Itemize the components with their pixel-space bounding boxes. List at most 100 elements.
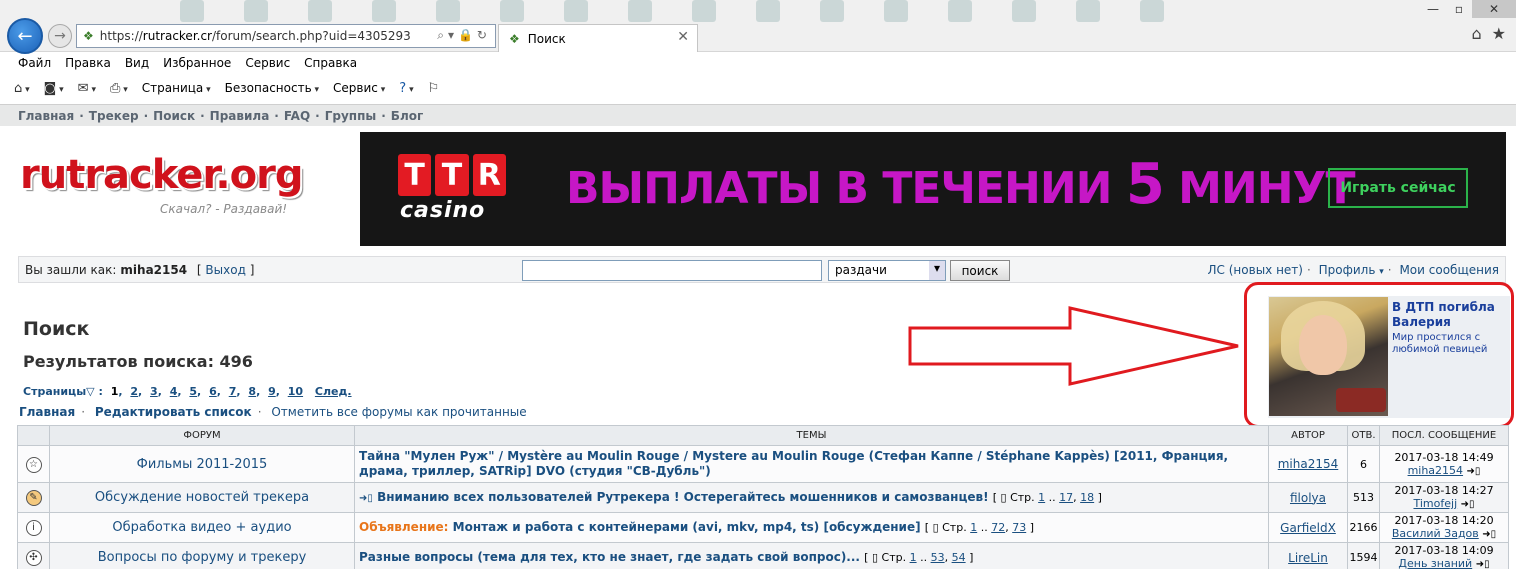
- back-button[interactable]: ←: [7, 18, 43, 54]
- research-icon[interactable]: ⚐: [428, 81, 440, 96]
- mark-read-link[interactable]: Отметить все форумы как прочитанные: [271, 405, 526, 419]
- my-messages-link[interactable]: Мои сообщения: [1399, 263, 1499, 277]
- desktop-icons-strip: [180, 0, 1400, 22]
- page-link[interactable]: 9: [268, 385, 276, 398]
- page-link[interactable]: 5: [189, 385, 197, 398]
- banner-play-button[interactable]: Играть сейчас: [1328, 168, 1468, 208]
- menu-tools[interactable]: Сервис: [245, 56, 290, 70]
- search-button[interactable]: поиск: [950, 260, 1010, 281]
- page-link[interactable]: 6: [209, 385, 217, 398]
- goto-last-post-icon[interactable]: ➜▯: [1467, 466, 1481, 477]
- topic-link[interactable]: Тайна "Мулен Руж" / Mystère au Moulin Ro…: [359, 449, 1228, 478]
- page-link[interactable]: 10: [288, 385, 303, 398]
- tab-search[interactable]: ❖ Поиск ✕: [498, 24, 698, 52]
- next-page-link[interactable]: След.: [315, 385, 352, 398]
- topic-link[interactable]: Вниманию всех пользователей Рутрекера ! …: [377, 490, 988, 504]
- site-logo[interactable]: rutracker.org Скачал? - Раздавай!: [20, 152, 346, 226]
- nav-rules[interactable]: Правила: [210, 109, 270, 123]
- tab-favicon-icon: ❖: [509, 31, 520, 46]
- page-link[interactable]: 8: [248, 385, 256, 398]
- cmd-safety[interactable]: Безопасность: [225, 81, 319, 95]
- author-link[interactable]: miha2154: [1268, 445, 1348, 483]
- main-link[interactable]: Главная: [19, 405, 75, 419]
- pm-link[interactable]: ЛС (новых нет): [1208, 263, 1303, 277]
- table-row: ☆ Фильмы 2011-2015 Тайна "Мулен Руж" / M…: [17, 445, 1509, 483]
- menu-favorites[interactable]: Избранное: [163, 56, 231, 70]
- profile-link[interactable]: Профиль: [1319, 263, 1376, 277]
- replies-count: 6: [1347, 445, 1380, 483]
- goto-last-post-icon[interactable]: ➜▯: [1476, 559, 1490, 569]
- forward-button[interactable]: →: [48, 24, 72, 48]
- mail-icon[interactable]: ✉: [78, 81, 96, 96]
- favorites-star-icon[interactable]: ★: [1492, 24, 1506, 43]
- address-bar[interactable]: ❖ https://rutracker.cr/forum/search.php?…: [76, 24, 496, 48]
- nav-blog[interactable]: Блог: [391, 109, 423, 123]
- help-icon[interactable]: ?: [399, 81, 413, 96]
- new-posts-icon[interactable]: ➜▯: [359, 493, 373, 504]
- forum-link[interactable]: Фильмы 2011-2015: [49, 445, 355, 483]
- menu-view[interactable]: Вид: [125, 56, 149, 70]
- logout-link[interactable]: Выход: [205, 263, 245, 277]
- cmd-tools[interactable]: Сервис: [333, 81, 385, 95]
- menu-edit[interactable]: Правка: [65, 56, 111, 70]
- topic-pages: [ ▯ Стр. 1 .. 72, 73 ]: [924, 521, 1034, 534]
- ad-banner[interactable]: TTR casino ВЫПЛАТЫ В ТЕЧЕНИИ 5 МИНУТ Игр…: [360, 132, 1506, 246]
- tab-close-icon[interactable]: ✕: [677, 29, 689, 45]
- author-link[interactable]: filolya: [1268, 482, 1348, 513]
- menu-file[interactable]: Файл: [18, 56, 51, 70]
- table-header-row: ФОРУМ ТЕМЫ АВТОР ОТВ. ПОСЛ. СООБЩЕНИЕ: [17, 425, 1509, 446]
- nav-faq[interactable]: FAQ: [284, 109, 310, 123]
- site-nav: Главная · Трекер · Поиск · Правила · FAQ · Гр…: [0, 104, 1516, 126]
- topic-link[interactable]: Разные вопросы (тема для тех, кто не зна…: [359, 550, 860, 564]
- feeds-icon[interactable]: ◙: [44, 81, 64, 96]
- pages-dropdown-icon[interactable]: ▽ :: [86, 385, 103, 398]
- search-scope-select[interactable]: раздачи: [828, 260, 946, 281]
- topic-link[interactable]: Монтаж и работа с контейнерами (avi, mkv…: [453, 520, 921, 534]
- command-bar: ⌂ ◙ ✉ ⎙ Страница Безопасность Сервис ? ⚐: [0, 76, 1516, 100]
- tab-title: Поиск: [527, 31, 566, 46]
- table-row: ✣ Вопросы по форуму и трекеру Разные воп…: [17, 542, 1509, 569]
- edit-list-link[interactable]: Редактировать список: [95, 405, 252, 419]
- cmd-page[interactable]: Страница: [142, 81, 211, 95]
- topic-pages: [ ▯ Стр. 1 .. 17, 18 ]: [992, 490, 1102, 504]
- maximize-icon[interactable]: ▫: [1446, 0, 1472, 18]
- current-username[interactable]: miha2154: [120, 263, 187, 277]
- profile-menu-icon[interactable]: ▾: [1379, 267, 1384, 277]
- goto-last-post-icon[interactable]: ➜▯: [1482, 529, 1496, 540]
- forum-link[interactable]: Обработка видео + аудио: [49, 512, 355, 543]
- address-tools[interactable]: ⌕▾🔒↻: [437, 28, 491, 43]
- news-title[interactable]: В ДТП погибла Валерия: [1392, 300, 1510, 330]
- home-icon[interactable]: ⌂: [1472, 24, 1482, 43]
- menu-help[interactable]: Справка: [304, 56, 357, 70]
- pages-label[interactable]: Страницы: [23, 385, 86, 398]
- last-post-user[interactable]: День знаний: [1398, 557, 1472, 569]
- page-link[interactable]: 4: [170, 385, 178, 398]
- search-input[interactable]: [522, 260, 822, 281]
- news-photo[interactable]: [1269, 297, 1388, 416]
- close-icon[interactable]: ✕: [1472, 0, 1516, 18]
- minimize-icon[interactable]: —: [1420, 0, 1446, 18]
- replies-count: 2166: [1347, 512, 1380, 543]
- page-link[interactable]: 7: [229, 385, 237, 398]
- forum-link[interactable]: Вопросы по форуму и трекеру: [49, 542, 355, 569]
- nav-groups[interactable]: Группы: [325, 109, 377, 123]
- annotation-arrow: [908, 306, 1239, 386]
- replies-count: 513: [1347, 482, 1380, 513]
- pagination: Страницы▽ : 1, 2, 3, 4, 5, 6, 7, 8, 9, 1…: [23, 385, 352, 398]
- goto-last-post-icon[interactable]: ➜▯: [1461, 499, 1475, 510]
- nav-tracker[interactable]: Трекер: [89, 109, 139, 123]
- forum-link[interactable]: Обсуждение новостей трекера: [49, 482, 355, 513]
- page-link[interactable]: 3: [150, 385, 158, 398]
- home-page-icon[interactable]: ⌂: [14, 81, 30, 96]
- nav-main[interactable]: Главная: [18, 109, 74, 123]
- nav-search[interactable]: Поиск: [153, 109, 195, 123]
- page-link[interactable]: 2: [130, 385, 138, 398]
- author-link[interactable]: LireLin: [1268, 542, 1348, 569]
- author-link[interactable]: GarfieldX: [1268, 512, 1348, 543]
- topic-puzzle-icon: ✣: [25, 550, 42, 566]
- login-bar: Вы зашли как: miha2154 [ Выход ] раздачи …: [18, 256, 1506, 283]
- last-post-user[interactable]: Василий Задов: [1392, 527, 1479, 540]
- last-post-user[interactable]: Timofejj: [1413, 497, 1457, 510]
- last-post-user[interactable]: miha2154: [1408, 464, 1463, 477]
- print-icon[interactable]: ⎙: [110, 81, 128, 96]
